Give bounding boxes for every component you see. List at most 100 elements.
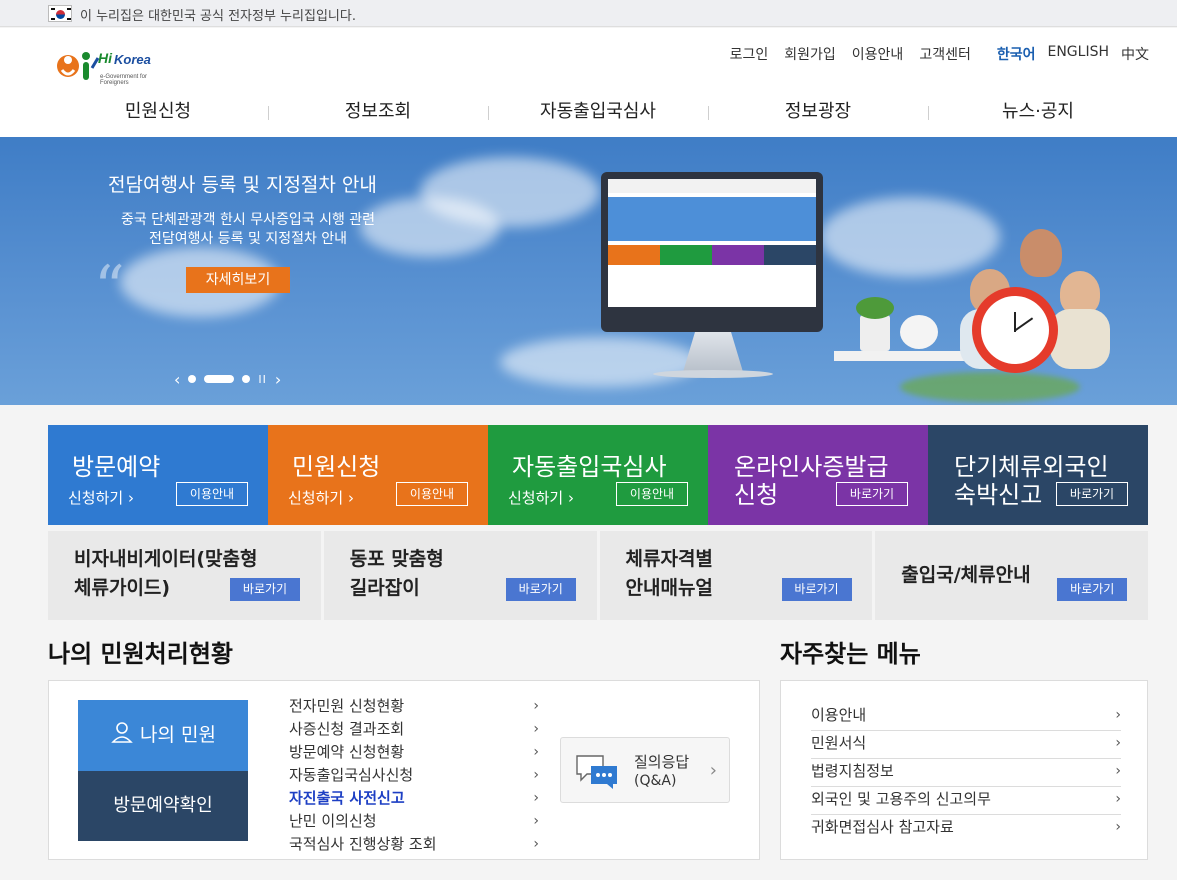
logo-subtitle: e-Government for Foreigners — [100, 74, 148, 86]
guide-visa-navigator[interactable]: 비자내비게이터(맞춤형 체류가이드) 바로가기 — [48, 531, 321, 620]
list-item-label: 이용안내 — [811, 706, 867, 724]
plant-decoration — [856, 297, 894, 351]
tile-go-button[interactable]: 바로가기 — [1056, 482, 1128, 506]
qna-button[interactable]: 질의응답 (Q&A) › — [560, 737, 730, 803]
utility-menu: 로그인 회원가입 이용안내 고객센터 한국어 ENGLISH 中文 — [714, 44, 1149, 64]
list-item-label: 국적심사 진행상황 조회 — [289, 835, 437, 853]
list-item[interactable]: 국적심사 진행상황 조회 › — [289, 834, 539, 857]
nav-info-inquiry[interactable]: 정보조회 — [268, 99, 488, 129]
slider-controls: ‹ II › — [174, 369, 281, 389]
chevron-right-icon: › — [533, 721, 539, 737]
hikorea-logo-icon — [57, 52, 100, 80]
piggy-bank-decoration — [900, 315, 938, 349]
guide-title-line1: 동포 맞춤형 — [349, 548, 444, 570]
lang-english[interactable]: ENGLISH — [1047, 44, 1109, 64]
tile-short-stay-report[interactable]: 단기체류외국인 숙박신고 바로가기 — [928, 425, 1148, 525]
chevron-right-icon: › — [1115, 707, 1121, 723]
tile-guide-button[interactable]: 이용안내 — [396, 482, 468, 506]
list-item-label: 사증신청 결과조회 — [289, 720, 405, 738]
guide-title: 동포 맞춤형 길라잡이 — [350, 545, 444, 603]
chevron-right-icon: › — [533, 698, 539, 714]
tile-title: 민원신청 — [292, 453, 381, 481]
visit-reservation-check-button[interactable]: 방문예약확인 — [78, 771, 248, 841]
hero-description: 중국 단체관광객 한시 무사증입국 시행 관련 전담여행사 등록 및 지정절차 … — [60, 211, 436, 249]
guide-go-button[interactable]: 바로가기 — [1057, 578, 1128, 601]
cloud-decoration — [500, 337, 700, 387]
hero-more-button[interactable]: 자세히보기 — [186, 267, 290, 293]
guide-immigration-info[interactable]: 출입국/체류안내 바로가기 — [875, 531, 1148, 620]
nav-news-notice[interactable]: 뉴스·공지 — [928, 99, 1148, 129]
slider-prev-icon[interactable]: ‹ — [174, 370, 180, 389]
list-item[interactable]: 법령지침정보 › — [811, 759, 1121, 787]
list-item[interactable]: 외국인 및 고용주의 신고의무 › — [811, 787, 1121, 815]
list-item[interactable]: 이용안내 › — [811, 703, 1121, 731]
tile-online-visa[interactable]: 온라인사증발급 신청 바로가기 — [708, 425, 928, 525]
tile-go-button[interactable]: 바로가기 — [836, 482, 908, 506]
chevron-right-icon: › — [1115, 791, 1121, 807]
list-item[interactable]: 전자민원 신청현황 › — [289, 696, 539, 719]
list-item[interactable]: 자동출입국심사신청 › — [289, 765, 539, 788]
slider-dot-2[interactable] — [204, 375, 235, 383]
korea-flag-icon — [48, 5, 72, 22]
tile-title-line1: 온라인사증발급 — [734, 453, 889, 481]
chevron-right-icon: › — [1115, 735, 1121, 751]
chevron-right-icon: › — [533, 836, 539, 852]
logo-hi-text: Hi — [98, 50, 112, 66]
guide-title: 체류자격별 안내매뉴얼 — [626, 545, 713, 603]
slider-next-icon[interactable]: › — [275, 370, 281, 389]
chevron-right-icon: › — [1115, 763, 1121, 779]
chat-bubble-icon — [576, 755, 617, 789]
slider-dot-3[interactable] — [242, 375, 251, 383]
list-item-label: 방문예약 신청현황 — [289, 743, 405, 761]
my-civil-button[interactable]: 나의 민원 — [78, 700, 248, 771]
list-item-highlighted[interactable]: 자진출국 사전신고 › — [289, 788, 539, 811]
list-item[interactable]: 방문예약 신청현황 › — [289, 742, 539, 765]
list-item[interactable]: 난민 이의신청 › — [289, 811, 539, 834]
tile-title: 자동출입국심사 — [512, 453, 667, 481]
favorite-menu-panel: 이용안내 › 민원서식 › 법령지침정보 › 외국인 및 고용주의 신고의무 › 귀화면… — [780, 680, 1148, 860]
tile-title-line1: 단기체류외국인 — [954, 453, 1109, 481]
tile-auto-immigration[interactable]: 자동출입국심사 신청하기 › 이용안내 — [488, 425, 708, 525]
list-item-label: 전자민원 신청현황 — [289, 697, 405, 715]
list-item[interactable]: 민원서식 › — [811, 731, 1121, 759]
quick-service-tiles: 방문예약 신청하기 › 이용안내 민원신청 신청하기 › 이용안내 자동출입국심… — [48, 425, 1148, 525]
nav-auto-immigration[interactable]: 자동출입국심사 — [488, 99, 708, 129]
my-civil-status-panel: 나의 민원 방문예약확인 전자민원 신청현황 › 사증신청 결과조회 › 방문예약 … — [48, 680, 760, 860]
list-item[interactable]: 사증신청 결과조회 › — [289, 719, 539, 742]
lang-korean[interactable]: 한국어 — [997, 44, 1036, 64]
guide-cards: 비자내비게이터(맞춤형 체류가이드) 바로가기 동포 맞춤형 길라잡이 바로가기… — [48, 531, 1148, 620]
signup-link[interactable]: 회원가입 — [784, 44, 836, 64]
tile-apply-link[interactable]: 신청하기 › — [508, 487, 574, 508]
slider-dot-1[interactable] — [188, 375, 197, 383]
tile-visit-reservation[interactable]: 방문예약 신청하기 › 이용안내 — [48, 425, 268, 525]
list-item-label: 법령지침정보 — [811, 762, 894, 780]
chevron-right-icon: › — [709, 760, 717, 781]
guide-go-button[interactable]: 바로가기 — [505, 578, 576, 601]
qna-sublabel: (Q&A) — [634, 773, 677, 789]
guide-title-line1: 체류자격별 — [625, 548, 713, 570]
slider-pause-icon[interactable]: II — [258, 373, 267, 386]
hero-title: 전담여행사 등록 및 지정절차 안내 — [108, 174, 377, 196]
tile-guide-button[interactable]: 이용안내 — [616, 482, 688, 506]
login-link[interactable]: 로그인 — [730, 44, 769, 64]
guide-link[interactable]: 이용안내 — [852, 44, 904, 64]
tile-civil-application[interactable]: 민원신청 신청하기 › 이용안내 — [268, 425, 488, 525]
lang-chinese[interactable]: 中文 — [1121, 44, 1149, 64]
guide-status-manual[interactable]: 체류자격별 안내매뉴얼 바로가기 — [599, 531, 873, 620]
customer-center-link[interactable]: 고객센터 — [919, 44, 971, 64]
tile-apply-link[interactable]: 신청하기 › — [288, 487, 354, 508]
tile-guide-button[interactable]: 이용안내 — [176, 482, 248, 506]
list-item[interactable]: 귀화면접심사 참고자료 › — [811, 815, 1121, 843]
guide-overseas-korean[interactable]: 동포 맞춤형 길라잡이 바로가기 — [323, 531, 597, 620]
hero-description-line2: 전담여행사 등록 및 지정절차 안내 — [148, 231, 348, 247]
guide-go-button[interactable]: 바로가기 — [230, 578, 300, 601]
chevron-right-icon: › — [1115, 819, 1121, 835]
nav-info-plaza[interactable]: 정보광장 — [708, 99, 928, 129]
guide-go-button[interactable]: 바로가기 — [781, 578, 852, 601]
hikorea-logo[interactable]: Hi Korea e-Government for Foreigners — [56, 48, 176, 88]
tile-apply-link[interactable]: 신청하기 › — [68, 487, 134, 508]
list-item-label: 자동출입국심사신청 — [289, 766, 414, 784]
nav-civil-application[interactable]: 민원신청 — [48, 99, 268, 129]
my-civil-list: 전자민원 신청현황 › 사증신청 결과조회 › 방문예약 신청현황 › 자동출입국심사… — [289, 696, 539, 857]
list-item-label: 난민 이의신청 — [289, 812, 377, 830]
